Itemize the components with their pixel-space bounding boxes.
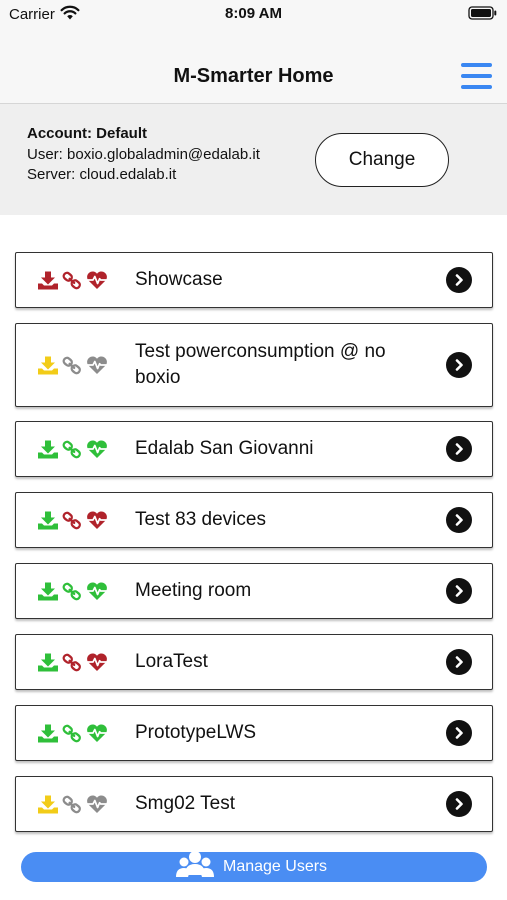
site-status-icons [38,271,108,290]
download-icon [38,582,58,600]
chevron-right-icon[interactable] [446,791,472,817]
status-bar: Carrier 8:09 AM [0,0,507,28]
site-row[interactable]: Test powerconsumption @ no boxio [15,323,493,407]
change-account-button[interactable]: Change [315,133,449,187]
site-name: Test 83 devices [135,509,266,530]
battery-icon [468,6,498,25]
chevron-right-icon[interactable] [446,507,472,533]
link-icon [62,795,81,813]
health-heartbeat-icon [86,511,108,529]
chevron-right-icon[interactable] [446,720,472,746]
site-row[interactable]: LoraTest [15,634,493,690]
navigation-bar: M-Smarter Home [0,28,507,104]
health-heartbeat-icon [86,795,108,813]
link-icon [62,356,81,374]
hamburger-menu-icon[interactable] [461,63,492,89]
page-title: M-Smarter Home [173,65,334,87]
download-icon [38,511,58,529]
site-status-icons [38,795,108,814]
account-panel: Account: Default User: boxio.globaladmin… [0,104,507,215]
link-icon [62,271,81,289]
link-icon [62,511,81,529]
site-name: Meeting room [135,580,252,601]
link-icon [62,440,81,458]
site-row[interactable]: Test 83 devices [15,492,493,548]
site-name: PrototypeLWS [135,722,257,743]
site-row[interactable]: Meeting room [15,563,493,619]
health-heartbeat-icon [86,582,108,600]
site-status-icons [38,724,108,743]
site-status-icons [38,356,108,375]
site-row[interactable]: PrototypeLWS [15,705,493,761]
download-icon [38,653,58,671]
download-icon [38,356,58,374]
site-name: Test powerconsumption @ no boxio [135,341,386,388]
chevron-right-icon[interactable] [446,649,472,675]
health-heartbeat-icon [86,440,108,458]
account-title: Account: Default [27,125,147,142]
link-icon [62,724,81,742]
site-name: Edalab San Giovanni [135,438,314,459]
site-row[interactable]: Showcase [15,252,493,308]
chevron-right-icon[interactable] [446,436,472,462]
manage-users-button[interactable]: Manage Users [21,851,487,882]
account-user: User: boxio.globaladmin@edalab.it [27,146,260,163]
manage-users-label: Manage Users [223,858,328,875]
site-row[interactable]: Smg02 Test [15,776,493,832]
health-heartbeat-icon [86,724,108,742]
site-status-icons [38,653,108,672]
download-icon [38,724,58,742]
chevron-right-icon[interactable] [446,267,472,293]
download-icon [38,440,58,458]
site-name: Showcase [135,269,223,290]
chevron-right-icon[interactable] [446,352,472,378]
site-row[interactable]: Edalab San Giovanni [15,421,493,477]
health-heartbeat-icon [86,356,108,374]
site-status-icons [38,440,108,459]
download-icon [38,271,58,289]
chevron-right-icon[interactable] [446,578,472,604]
site-status-icons [38,511,108,530]
health-heartbeat-icon [86,653,108,671]
users-icon [176,849,214,888]
link-icon [62,653,81,671]
site-status-icons [38,582,108,601]
health-heartbeat-icon [86,271,108,289]
site-name: Smg02 Test [135,793,235,814]
link-icon [62,582,81,600]
clock: 8:09 AM [225,5,282,22]
download-icon [38,795,58,813]
site-name: LoraTest [135,651,208,672]
account-server: Server: cloud.edalab.it [27,166,177,183]
